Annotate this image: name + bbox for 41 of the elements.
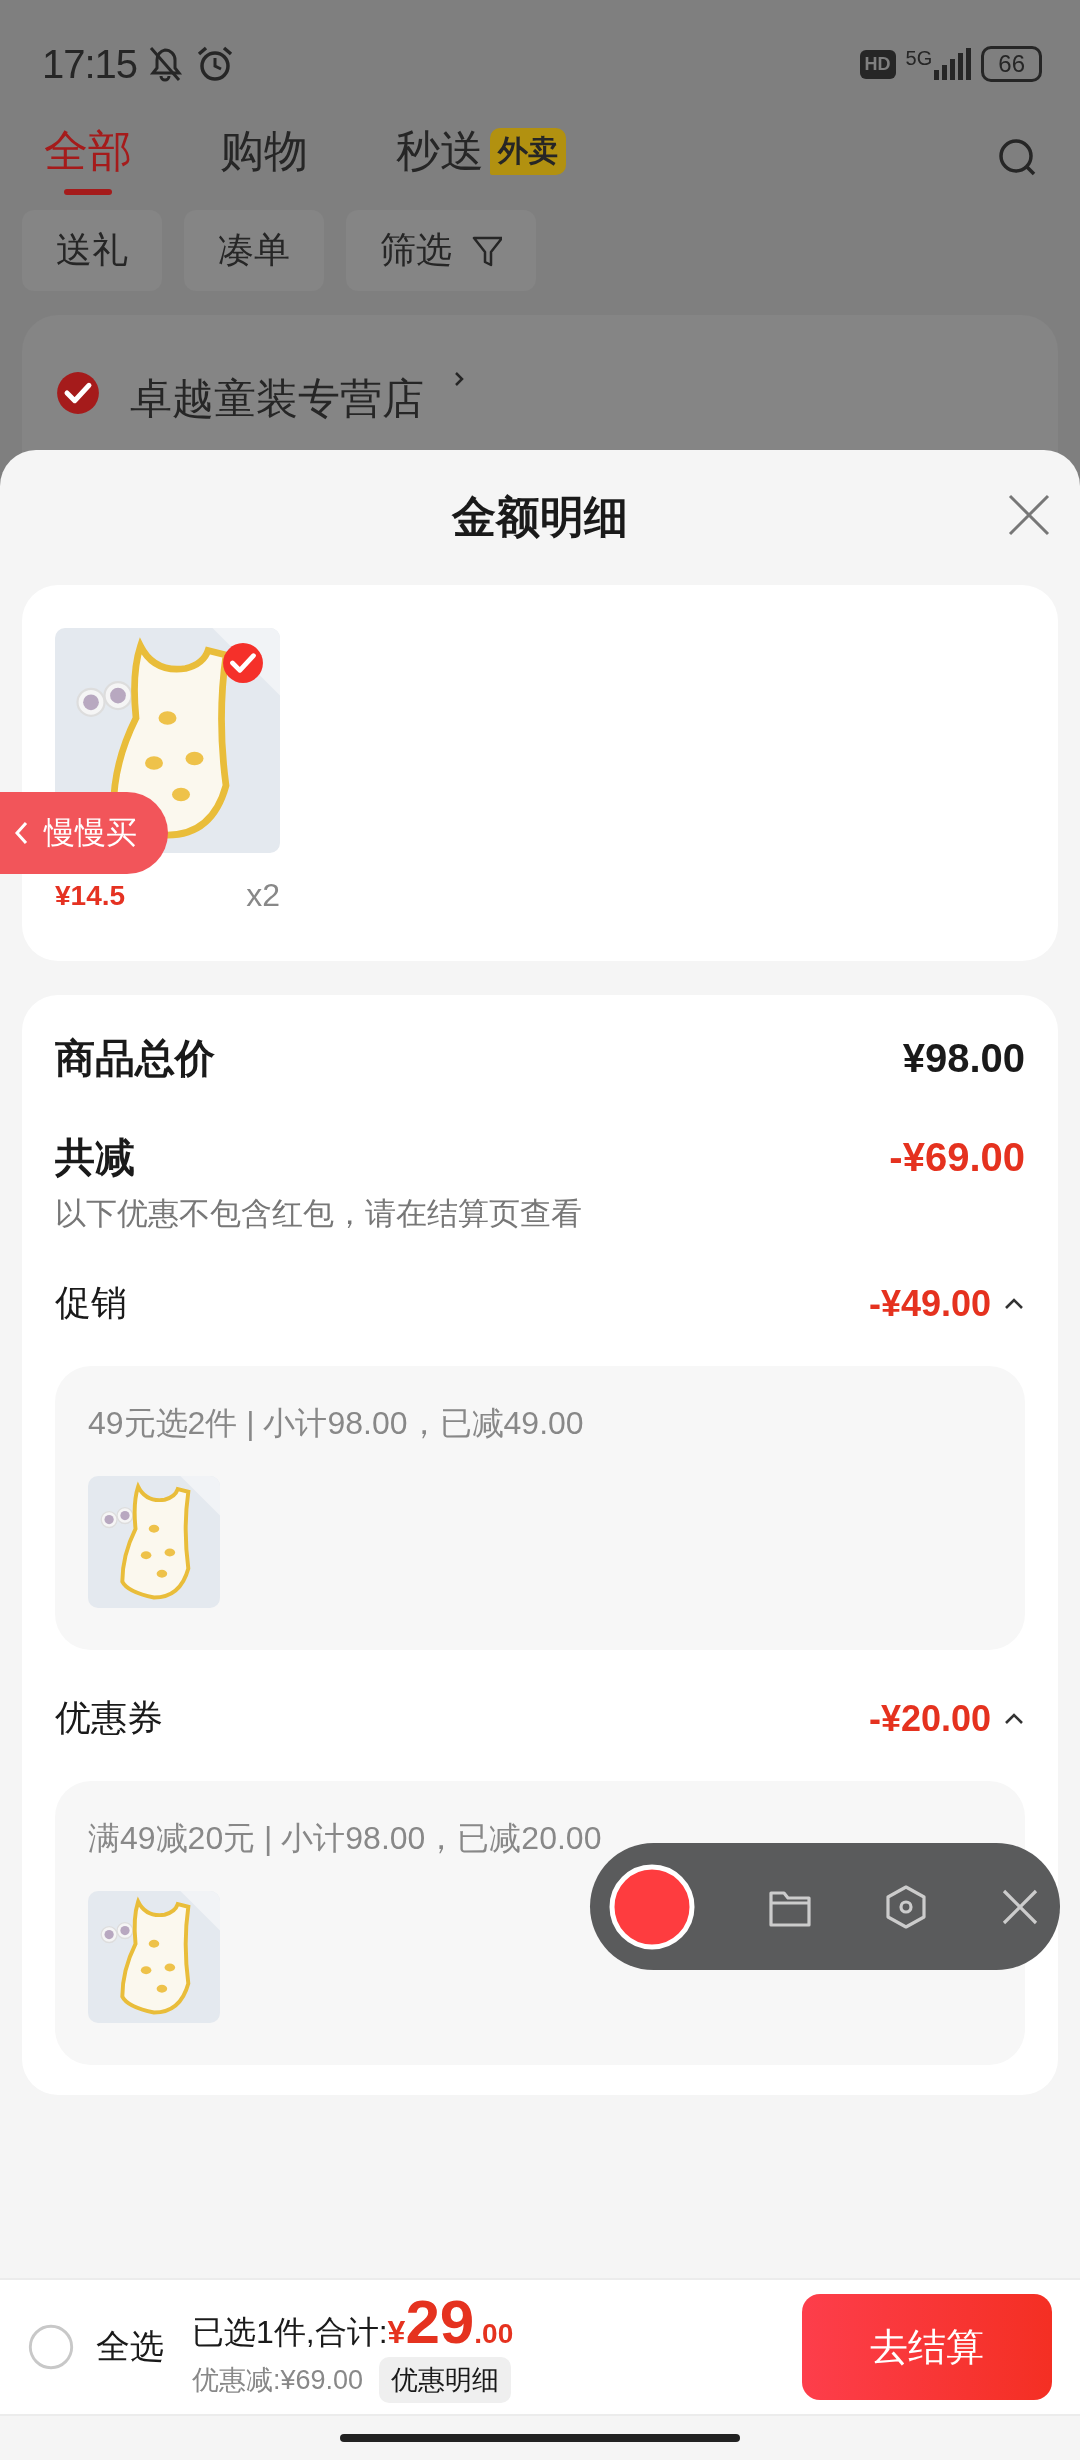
reduction-label: 共减 [55, 1134, 135, 1181]
store-name[interactable]: 卓越童装专营店 [130, 371, 424, 427]
item-checkbox[interactable] [222, 642, 264, 684]
total-amount: ¥98.00 [902, 1036, 1025, 1081]
settings-icon[interactable] [884, 1884, 928, 1929]
filter-chip[interactable]: 送礼 [22, 210, 162, 291]
discount-detail-button[interactable]: 优惠明细 [379, 2357, 512, 2403]
discount-detail: 满49减20元 | 小计98.00，已减20.00 [88, 1819, 603, 1858]
record-button-icon[interactable] [608, 1862, 696, 1951]
search-icon[interactable] [998, 138, 1038, 178]
hd-badge: HD [859, 49, 896, 79]
reduction-note: 以下优惠不包含红包，请在结算页查看 [55, 1195, 583, 1233]
close-icon[interactable] [1008, 494, 1050, 536]
category-tab[interactable]: 秒送 外卖 [396, 121, 566, 195]
item-price: ¥14.5 [55, 879, 126, 912]
category-tab[interactable]: 购物 [220, 121, 308, 195]
discount-label: 优惠券 [55, 1696, 163, 1740]
order-total: 已选1件,合计:¥29.00 [192, 2291, 514, 2355]
discount-amount: -¥49.00 [868, 1282, 991, 1325]
saved-amount: 优惠减:¥69.00 [192, 2364, 364, 2397]
delivery-badge: 外卖 [490, 127, 566, 175]
network-type: 5G [905, 48, 933, 68]
store-checkbox[interactable] [56, 371, 100, 415]
filter-chip[interactable]: 筛选 [346, 210, 536, 291]
item-quantity: x2 [246, 877, 280, 914]
filter-icon [472, 234, 502, 267]
total-label: 商品总价 [55, 1035, 215, 1082]
sheet-title: 金额明细 [452, 491, 628, 543]
discount-label: 促销 [55, 1281, 127, 1325]
discount-detail: 49元选2件 | 小计98.00，已减49.00 [88, 1404, 585, 1443]
filter-chip[interactable]: 凑单 [184, 210, 324, 291]
signal-icon [934, 48, 972, 80]
slow-buy-button[interactable]: 慢慢买 [0, 792, 168, 874]
reduction-amount: -¥69.00 [889, 1135, 1025, 1180]
chevron-icon [454, 371, 464, 387]
checkout-button[interactable]: 去结算 [802, 2294, 1052, 2400]
discount-amount: -¥20.00 [868, 1697, 991, 1740]
battery-indicator: 66 [981, 46, 1042, 82]
select-all-radio-icon[interactable] [28, 2324, 74, 2370]
select-all-checkbox[interactable]: 全选 [28, 2324, 164, 2370]
clock-time: 17:15 [42, 41, 138, 87]
